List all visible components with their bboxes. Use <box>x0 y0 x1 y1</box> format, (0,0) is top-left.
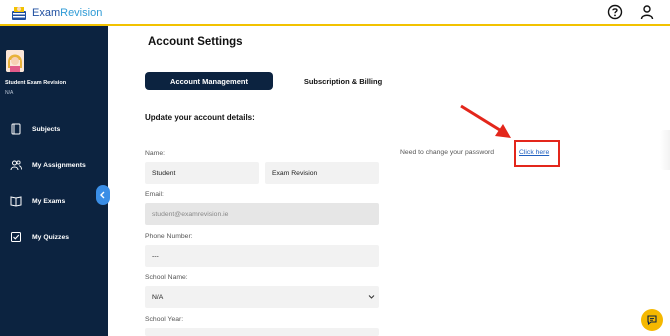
password-prompt: Need to change your password <box>400 149 495 156</box>
first-name-field[interactable]: Student <box>145 162 259 184</box>
open-book-icon <box>10 196 22 207</box>
arrow-icon <box>460 104 511 138</box>
sidebar-item-my-quizzes[interactable]: My Quizzes <box>0 228 108 246</box>
sidebar-item-my-assignments[interactable]: My Assignments <box>0 156 108 174</box>
chevron-down-icon <box>368 295 375 299</box>
avatar[interactable] <box>6 50 24 72</box>
email-field: student@examrevision.ie <box>145 203 379 225</box>
page-title: Account Settings <box>148 36 243 48</box>
name-label: Name: <box>145 150 166 157</box>
book-icon <box>11 123 21 135</box>
sidebar-collapse-button[interactable] <box>96 185 110 205</box>
email-label: Email: <box>145 191 164 198</box>
sidebar-item-label: Subjects <box>32 125 61 133</box>
sidebar-item-my-exams[interactable]: My Exams <box>0 192 108 210</box>
sidebar: Student Exam Revision N/A Subjects My As… <box>0 26 108 336</box>
last-name-field[interactable]: Exam Revision <box>265 162 379 184</box>
logo-text: ExamRevision <box>32 7 103 19</box>
scroll-edge <box>660 130 670 170</box>
highlight-box <box>514 140 560 167</box>
tab-account-management[interactable]: Account Management <box>145 72 273 90</box>
phone-field[interactable]: --- <box>145 245 379 267</box>
sidebar-item-label: My Exams <box>32 197 66 205</box>
logo[interactable]: ExamRevision <box>10 4 102 22</box>
top-bar: ExamRevision <box>0 0 670 26</box>
chevron-left-icon <box>100 191 105 199</box>
school-label: School Name: <box>145 274 188 281</box>
chat-icon <box>647 315 657 326</box>
user-icon[interactable] <box>639 4 655 20</box>
users-icon <box>10 160 22 171</box>
phone-label: Phone Number: <box>145 233 193 240</box>
school-select-value: N/A <box>152 293 164 301</box>
sidebar-item-subjects[interactable]: Subjects <box>0 120 108 138</box>
question-circle-icon[interactable] <box>607 4 623 20</box>
logo-icon <box>12 7 26 20</box>
school-year-field[interactable] <box>145 328 379 336</box>
chat-button[interactable] <box>641 309 663 331</box>
school-select[interactable]: N/A <box>145 286 379 308</box>
sidebar-user-name: Student Exam Revision <box>5 80 67 86</box>
sidebar-item-label: My Assignments <box>32 161 86 169</box>
sidebar-user-school: N/A <box>5 90 14 96</box>
checkbox-icon <box>11 232 21 242</box>
tab-subscription-billing[interactable]: Subscription & Billing <box>288 72 398 90</box>
sidebar-item-label: My Quizzes <box>32 233 70 241</box>
section-heading: Update your account details: <box>145 113 255 122</box>
school-year-label: School Year: <box>145 316 184 323</box>
